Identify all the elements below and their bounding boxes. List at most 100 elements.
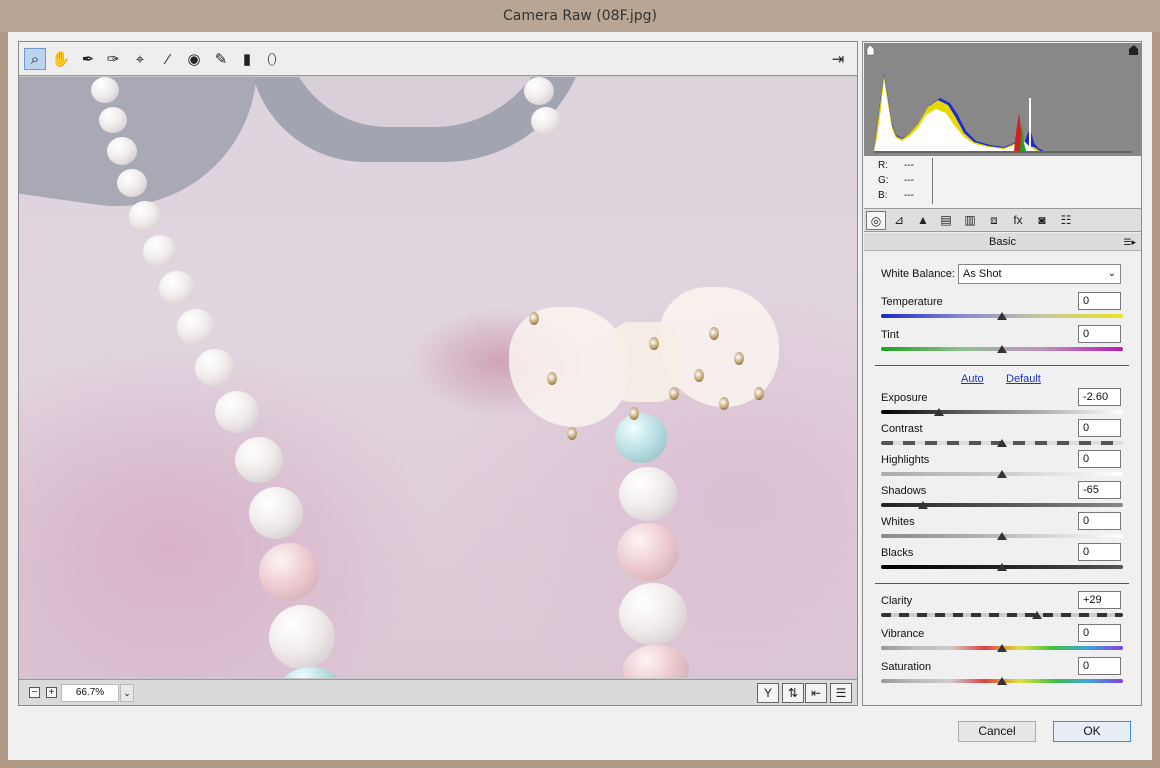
ok-button[interactable]: OK [1053, 721, 1131, 742]
photo-bead [143, 235, 177, 267]
before-after-view-icon[interactable]: Y [757, 683, 779, 703]
photo-bead [129, 201, 161, 231]
photo-bead [524, 77, 554, 105]
copy-settings-icon[interactable]: ⇤ [805, 683, 827, 703]
graduated-filter-icon[interactable]: ▮ [236, 48, 258, 70]
vibrance-thumb[interactable] [997, 644, 1007, 652]
r-value: --- [904, 160, 914, 171]
saturation-thumb[interactable] [997, 677, 1007, 685]
photo-bead [91, 77, 119, 103]
shadows-thumb[interactable] [918, 501, 929, 509]
contrast-label: Contrast [881, 423, 923, 435]
effects-tab-icon[interactable]: fx [1008, 211, 1028, 230]
white-balance-value: As Shot [963, 268, 1002, 280]
blacks-label: Blacks [881, 547, 914, 559]
b-label: B: [878, 190, 888, 201]
tool-bar: ⌕ ✋ ✒ ✑ ⌖ ⁄ ◉ ✎ ▮ ⬯ ⇥ [19, 42, 857, 76]
clarity-field[interactable]: +29 [1078, 591, 1121, 609]
clarity-label: Clarity [881, 595, 913, 607]
vibrance-field[interactable]: 0 [1078, 624, 1121, 642]
white-balance-select[interactable]: As Shot ⌄ [958, 264, 1121, 284]
photo-bead [235, 437, 283, 483]
brush-icon[interactable]: ✎ [210, 48, 232, 70]
highlights-field[interactable]: 0 [1078, 450, 1121, 468]
default-link[interactable]: Default [1006, 373, 1041, 385]
clarity-thumb[interactable] [1032, 611, 1043, 619]
target-icon[interactable]: ⌖ [129, 48, 151, 70]
photo-bead [623, 645, 689, 678]
histogram-graph [864, 43, 1141, 156]
chevron-down-icon: ⌄ [1107, 268, 1116, 279]
saturation-field[interactable]: 0 [1078, 657, 1121, 675]
color-sampler-icon[interactable]: ✑ [102, 48, 124, 70]
temperature-thumb[interactable] [997, 312, 1007, 320]
photo-bead [269, 605, 335, 669]
photo-bead [617, 523, 679, 581]
photo-bead [281, 667, 341, 678]
photo-bead [107, 137, 137, 165]
shadows-label: Shadows [881, 485, 927, 497]
exposure-track[interactable] [881, 410, 1123, 414]
adjustments-panel: R: --- G: --- B: --- ◎ ⊿ ▲ ▤ ▥ ⧈ fx ◙ ☷ … [862, 41, 1142, 706]
tone-curve-tab-icon[interactable]: ⊿ [889, 211, 909, 230]
export-icon[interactable]: ⇥ [827, 48, 849, 70]
g-value: --- [904, 175, 914, 186]
saturation-label: Saturation [881, 661, 932, 673]
photo-bead [619, 467, 677, 521]
contrast-thumb[interactable] [997, 439, 1007, 447]
panel-tabs: ◎ ⊿ ▲ ▤ ▥ ⧈ fx ◙ ☷ [864, 208, 1141, 232]
g-label: G: [878, 175, 889, 186]
split-toning-tab-icon[interactable]: ▥ [960, 211, 980, 230]
white-balance-label: White Balance: [881, 268, 955, 280]
photo-bead [259, 543, 319, 601]
photo-bead [177, 309, 215, 345]
zoom-level[interactable]: 66.7% [61, 684, 119, 702]
tint-thumb[interactable] [997, 345, 1007, 353]
exposure-field[interactable]: -2.60 [1078, 388, 1121, 406]
photo-bead [117, 169, 147, 197]
eyedropper-icon[interactable]: ✒ [77, 48, 99, 70]
shadows-track[interactable] [881, 503, 1123, 507]
image-preview[interactable] [19, 77, 857, 678]
swap-settings-icon[interactable]: ⇅ [782, 683, 804, 703]
dialog-body: ⌕ ✋ ✒ ✑ ⌖ ⁄ ◉ ✎ ▮ ⬯ ⇥ − + 66.7% ⌄ Y ⇅ ⇤ … [8, 32, 1152, 760]
eye-icon[interactable]: ◉ [183, 48, 205, 70]
highlights-label: Highlights [881, 454, 930, 466]
magnifier-icon[interactable]: ⌕ [24, 48, 46, 70]
radial-filter-icon[interactable]: ⬯ [261, 48, 283, 70]
blacks-thumb[interactable] [997, 563, 1007, 571]
exposure-thumb[interactable] [934, 408, 945, 416]
panel-title: Basic ☰▸ [864, 233, 1141, 251]
blacks-field[interactable]: 0 [1078, 543, 1121, 561]
clarity-track[interactable] [881, 613, 1123, 617]
detail-tab-icon[interactable]: ▲ [913, 211, 933, 230]
exposure-label: Exposure [881, 392, 928, 404]
spot-removal-icon[interactable]: ⁄ [157, 48, 179, 70]
tint-field[interactable]: 0 [1078, 325, 1121, 343]
zoom-out-icon[interactable]: − [29, 687, 40, 698]
chevron-down-icon[interactable]: ⌄ [120, 684, 134, 702]
cancel-button[interactable]: Cancel [958, 721, 1036, 742]
panel-menu-icon[interactable]: ☰▸ [1123, 233, 1136, 251]
histogram [864, 43, 1141, 156]
photo-bead [249, 487, 303, 539]
camera-calibration-tab-icon[interactable]: ◙ [1032, 211, 1052, 230]
presets-tab-icon[interactable]: ☷ [1056, 211, 1076, 230]
photo-bead [215, 391, 259, 433]
auto-link[interactable]: Auto [961, 373, 984, 385]
photo-bead [195, 349, 235, 387]
temperature-field[interactable]: 0 [1078, 292, 1121, 310]
contrast-field[interactable]: 0 [1078, 419, 1121, 437]
whites-thumb[interactable] [997, 532, 1007, 540]
shadows-field[interactable]: -65 [1078, 481, 1121, 499]
highlights-thumb[interactable] [997, 470, 1007, 478]
hand-icon[interactable]: ✋ [50, 48, 72, 70]
preview-preferences-icon[interactable]: ☰ [830, 683, 852, 703]
preview-status-bar: − + 66.7% ⌄ Y ⇅ ⇤ ☰ [19, 679, 857, 705]
lens-corrections-tab-icon[interactable]: ⧈ [984, 211, 1004, 230]
panel-title-text: Basic [989, 236, 1016, 248]
hsl-tab-icon[interactable]: ▤ [936, 211, 956, 230]
whites-field[interactable]: 0 [1078, 512, 1121, 530]
basic-tab-icon[interactable]: ◎ [866, 211, 886, 230]
zoom-in-icon[interactable]: + [46, 687, 57, 698]
